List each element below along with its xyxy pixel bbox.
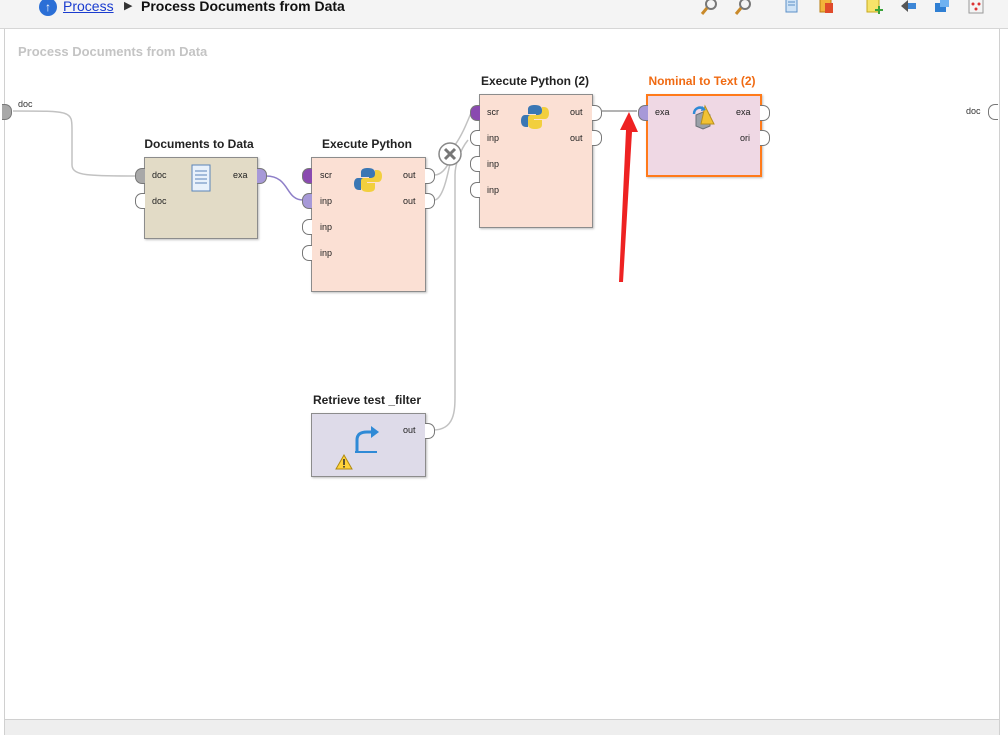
process-up-icon[interactable]: ↑	[39, 0, 57, 16]
python1-inp-port-2[interactable]	[302, 219, 312, 235]
nominal-to-text-title: Nominal to Text (2)	[648, 74, 756, 88]
python2-out-label-2: out	[570, 133, 583, 143]
nom2text-out-label-1: exa	[736, 107, 751, 117]
python2-in-label-4: inp	[487, 185, 500, 195]
python2-inp-port-2[interactable]	[470, 156, 480, 172]
process-toolbar: ↑ Process ▶ Process Documents from Data	[0, 0, 1008, 29]
python1-out-label-1: out	[403, 170, 416, 180]
retrieve-arrow-icon	[355, 426, 379, 453]
zoom-in-icon[interactable]	[700, 0, 720, 16]
python2-in-label-1: scr	[487, 107, 499, 117]
python1-in-label-4: inp	[320, 248, 333, 258]
breadcrumb-current: Process Documents from Data	[141, 0, 345, 14]
python-icon	[521, 105, 549, 129]
python2-in-label-2: inp	[487, 133, 500, 143]
python2-inp-port-3[interactable]	[470, 182, 480, 198]
python1-in-label-3: inp	[320, 222, 333, 232]
paste-icon[interactable]	[816, 0, 836, 16]
canvas-output-port-label: doc	[966, 106, 981, 116]
doc2data-in-label-1: doc	[152, 170, 167, 180]
canvas-title: Process Documents from Data	[18, 44, 208, 59]
breadcrumb-separator-icon: ▶	[124, 0, 133, 12]
breadcrumb-parent-link[interactable]: Process	[63, 0, 114, 14]
nom2text-in-label-1: exa	[655, 107, 670, 117]
copy-icon[interactable]	[782, 0, 802, 16]
close-icon[interactable]	[437, 141, 463, 167]
python2-inp-port-1[interactable]	[470, 130, 480, 146]
convert-icon	[692, 104, 715, 130]
python1-inp-port-3[interactable]	[302, 245, 312, 261]
nom2text-in-port-1[interactable]	[638, 105, 648, 121]
document-icon	[191, 164, 211, 192]
doc2data-in-port-1[interactable]	[135, 168, 145, 184]
warning-icon	[335, 454, 353, 470]
auto-arrange-icon[interactable]	[966, 0, 986, 16]
layers-icon[interactable]	[932, 0, 952, 16]
execute-python-2-title: Execute Python (2)	[480, 74, 590, 88]
python1-scr-port[interactable]	[302, 168, 312, 184]
connect-icon[interactable]	[898, 0, 918, 16]
documents-to-data-title: Documents to Data	[144, 137, 254, 151]
python1-inp-port-1[interactable]	[302, 193, 312, 209]
execute-python-title: Execute Python	[321, 137, 413, 151]
python2-out-label-1: out	[570, 107, 583, 117]
python1-out-label-2: out	[403, 196, 416, 206]
retrieve-title: Retrieve test _filter	[312, 393, 422, 407]
zoom-out-icon[interactable]	[734, 0, 754, 16]
retrieve-out-label-1: out	[403, 425, 416, 435]
python-icon	[354, 168, 382, 192]
doc2data-in-port-2[interactable]	[135, 193, 145, 209]
python1-in-label-2: inp	[320, 196, 333, 206]
python1-in-label-1: scr	[320, 170, 332, 180]
canvas-output-port[interactable]	[988, 104, 998, 120]
doc2data-in-label-2: doc	[152, 196, 167, 206]
add-note-icon[interactable]	[864, 0, 884, 16]
canvas-input-port-label: doc	[18, 99, 33, 109]
nom2text-out-label-2: ori	[740, 133, 751, 143]
status-bar	[4, 719, 1000, 735]
python2-scr-port[interactable]	[470, 105, 480, 121]
python2-in-label-3: inp	[487, 159, 500, 169]
doc2data-out-label-1: exa	[233, 170, 248, 180]
